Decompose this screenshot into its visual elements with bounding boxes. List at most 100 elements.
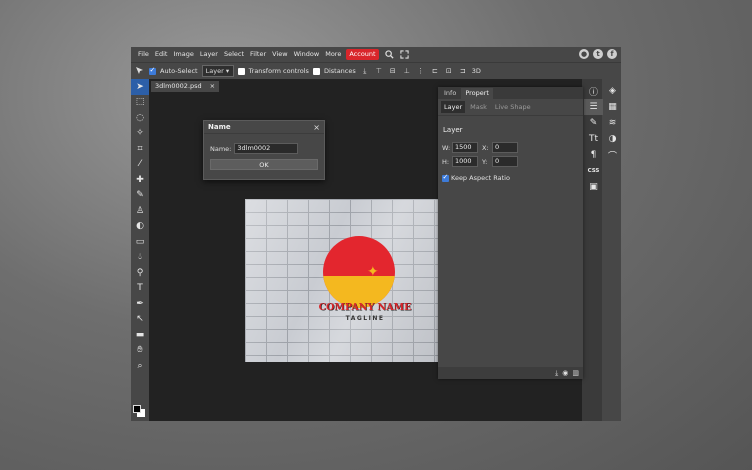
eye-icon[interactable]: ◉ [562,369,568,377]
facebook-icon[interactable]: f [607,49,617,59]
magic-wand-icon[interactable]: ✧ [131,126,149,142]
distances-label: Distances [323,67,356,75]
menu-file[interactable]: File [135,47,152,62]
align-center-icon[interactable]: ⊡ [444,66,454,76]
eyedropper-icon[interactable]: ⁄ [131,157,149,173]
character-icon[interactable]: Tt [584,131,603,147]
menu-select[interactable]: Select [221,47,247,62]
reddit-icon[interactable]: ● [579,49,589,59]
align-right-icon[interactable]: ⊐ [458,66,468,76]
brush-tool-icon[interactable]: ✎ [131,188,149,204]
blur-tool-icon[interactable]: 💧︎ [131,250,149,266]
y-input[interactable]: 0 [492,156,518,167]
width-row: W: 1500 X: 0 [442,142,518,153]
section-title: Layer [443,126,463,134]
properties-subtabs: Layer Mask Live Shape [438,99,583,116]
transform-controls-checkbox[interactable] [237,67,245,75]
account-button[interactable]: Account [346,49,379,60]
crop-tool-icon[interactable]: ⌗ [131,141,149,157]
close-icon[interactable]: × [313,123,320,132]
keep-ratio-checkbox[interactable] [442,173,449,182]
fullscreen-icon[interactable] [399,50,409,59]
move-cursor-icon [136,67,143,74]
width-input[interactable]: 1500 [452,142,478,153]
lasso-tool-icon[interactable]: ◌ [131,110,149,126]
document-tab[interactable]: 3dlm0002.psd × [151,81,220,92]
adjust-icon[interactable]: ☰ [584,99,603,115]
transform-controls-label: Transform controls [248,67,309,75]
company-name-text: COMPANY NAME [318,302,412,313]
image-icon[interactable]: ▣ [584,179,603,195]
info-icon[interactable]: ◈ [603,83,622,99]
marquee-tool-icon[interactable]: ⬚ [131,95,149,111]
search-icon[interactable] [384,50,394,59]
height-input[interactable]: 1000 [452,156,478,167]
name-row: Name: 3dlm0002 [210,143,299,154]
menu-layer[interactable]: Layer [197,47,221,62]
align-top-icon[interactable]: ⊤ [374,66,384,76]
document-canvas[interactable]: ✦ COMPANY NAME TAGLINE [245,199,438,362]
history-icon[interactable]: ⓘ [584,83,603,99]
css-icon[interactable]: CSS [584,163,603,179]
swatches-icon[interactable]: ▦ [603,99,622,115]
ok-button[interactable]: OK [210,159,318,170]
3d-button[interactable]: 3D [472,67,481,75]
name-input[interactable]: 3dlm0002 [234,143,299,154]
eraser-icon[interactable]: ◐ [131,219,149,235]
layer-select[interactable]: Layer ▾ [201,65,234,77]
menu-view[interactable]: View [269,47,290,62]
paths-icon[interactable]: ⌒ [603,147,622,163]
distribute-icon[interactable]: ⋮ [416,66,426,76]
subtab-layer[interactable]: Layer [441,101,466,113]
document-tab-label: 3dlm0002.psd [155,82,202,90]
type-tool-icon[interactable]: T [131,281,149,297]
brush-preset-icon[interactable]: ✎ [584,115,603,131]
move-tool-icon[interactable]: ➤ [131,79,149,95]
height-label: H: [442,157,450,166]
tab-properties[interactable]: Propert [461,88,493,99]
path-select-icon[interactable]: ↖ [131,312,149,328]
align-middle-icon[interactable]: ⊟ [388,66,398,76]
menu-bar: File Edit Image Layer Select Filter View… [131,47,621,62]
menu-more[interactable]: More [322,47,344,62]
width-label: W: [442,143,451,152]
align-left-icon[interactable]: ⊏ [430,66,440,76]
pen-tool-icon[interactable]: ✒ [131,296,149,312]
panel-tabs: Info Propert [438,87,583,99]
tab-info[interactable]: Info [440,88,460,99]
dodge-tool-icon[interactable]: ⚲ [131,265,149,281]
gradient-tool-icon[interactable]: ▭ [131,234,149,250]
clone-stamp-icon[interactable]: ♙ [131,203,149,219]
menu-edit[interactable]: Edit [152,47,171,62]
right-icons-col1: ⓘ ☰ ✎ Tt ¶ CSS ▣ [584,83,603,195]
zoom-tool-icon[interactable]: ⌕ [131,358,149,374]
auto-select-checkbox[interactable] [149,66,156,75]
x-label: X: [482,143,489,152]
auto-select-label: Auto-Select [160,67,198,75]
healing-brush-icon[interactable]: ✚ [131,172,149,188]
download-icon[interactable]: ⤓ [360,66,370,76]
paragraph-icon[interactable]: ¶ [584,147,603,163]
foreground-color-swatch[interactable] [133,405,141,413]
properties-panel: Info Propert Layer Mask Live Shape Layer… [438,87,583,379]
distances-checkbox[interactable] [312,67,320,75]
keep-ratio-label: Keep Aspect Ratio [451,174,510,182]
close-icon[interactable]: × [210,81,215,92]
channels-icon[interactable]: ◑ [603,131,622,147]
menu-filter[interactable]: Filter [247,47,269,62]
panel-footer: ⤓ ◉ ▥ [438,367,583,379]
subtab-live-shape[interactable]: Live Shape [492,101,534,113]
hand-tool-icon[interactable]: ✋︎ [131,343,149,359]
subtab-mask[interactable]: Mask [467,101,490,113]
align-bottom-icon[interactable]: ⊥ [402,66,412,76]
arrow-icon[interactable]: ⤓ [555,369,558,378]
menu-image[interactable]: Image [170,47,196,62]
trash-icon[interactable]: ▥ [572,369,579,377]
layers-icon[interactable]: ≋ [603,115,622,131]
x-input[interactable]: 0 [492,142,518,153]
twitter-icon[interactable]: t [593,49,603,59]
menu-window[interactable]: Window [291,47,323,62]
shape-tool-icon[interactable]: ▬ [131,327,149,343]
keep-ratio-row: Keep Aspect Ratio [442,173,510,182]
tools-panel: ➤ ⬚ ◌ ✧ ⌗ ⁄ ✚ ✎ ♙ ◐ ▭ 💧︎ ⚲ T ✒ ↖ ▬ ✋︎ ⌕ [131,79,149,421]
